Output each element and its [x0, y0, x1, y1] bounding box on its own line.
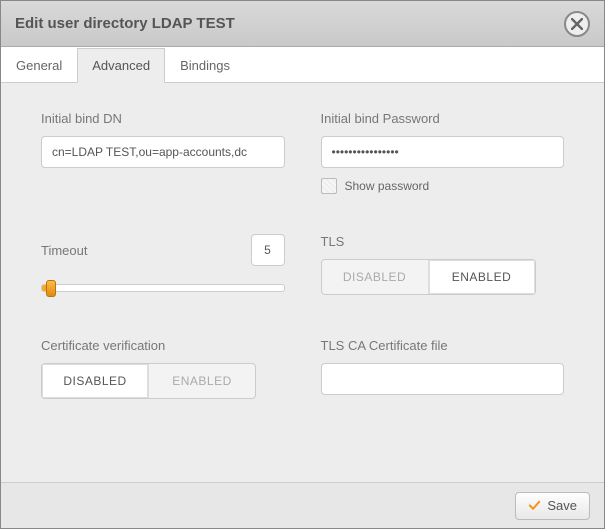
- bind-dn-input[interactable]: [41, 136, 285, 168]
- bind-dn-field: Initial bind DN: [41, 111, 285, 194]
- tab-bindings[interactable]: Bindings: [165, 48, 245, 83]
- tab-strip: General Advanced Bindings: [1, 47, 604, 83]
- bind-password-field: Initial bind Password Show password: [321, 111, 565, 194]
- tls-label: TLS: [321, 234, 565, 249]
- slider-track: [41, 284, 285, 292]
- show-password-checkbox[interactable]: [321, 178, 337, 194]
- dialog-title: Edit user directory LDAP TEST: [15, 15, 235, 32]
- timeout-slider[interactable]: [41, 278, 285, 298]
- bind-dn-label: Initial bind DN: [41, 111, 285, 126]
- ca-file-field: TLS CA Certificate file: [321, 338, 565, 399]
- cert-verify-disabled-option[interactable]: DISABLED: [42, 364, 149, 398]
- advanced-tab-content: Initial bind DN Initial bind Password Sh…: [1, 83, 604, 482]
- save-button[interactable]: Save: [515, 492, 590, 520]
- tls-toggle: DISABLED ENABLED: [321, 259, 536, 295]
- close-icon: [571, 18, 583, 30]
- dialog-titlebar: Edit user directory LDAP TEST: [1, 1, 604, 47]
- cert-verify-label: Certificate verification: [41, 338, 285, 353]
- tab-general[interactable]: General: [1, 48, 77, 83]
- tls-disabled-option[interactable]: DISABLED: [322, 260, 429, 294]
- bind-password-input[interactable]: [321, 136, 565, 168]
- show-password-row: Show password: [321, 178, 565, 194]
- cert-verify-enabled-option[interactable]: ENABLED: [149, 364, 255, 398]
- tls-field: TLS DISABLED ENABLED: [321, 234, 565, 298]
- timeout-label: Timeout: [41, 243, 87, 258]
- cert-verify-field: Certificate verification DISABLED ENABLE…: [41, 338, 285, 399]
- tls-enabled-option[interactable]: ENABLED: [429, 260, 535, 294]
- check-icon: [528, 499, 541, 512]
- ca-file-label: TLS CA Certificate file: [321, 338, 565, 353]
- bind-password-label: Initial bind Password: [321, 111, 565, 126]
- cert-verify-toggle: DISABLED ENABLED: [41, 363, 256, 399]
- edit-directory-dialog: Edit user directory LDAP TEST General Ad…: [0, 0, 605, 529]
- tab-advanced[interactable]: Advanced: [77, 48, 165, 83]
- ca-file-input[interactable]: [321, 363, 565, 395]
- dialog-footer: Save: [1, 482, 604, 528]
- timeout-input[interactable]: [251, 234, 285, 266]
- save-button-label: Save: [547, 498, 577, 513]
- timeout-field: Timeout: [41, 234, 285, 298]
- close-button[interactable]: [564, 11, 590, 37]
- slider-thumb[interactable]: [46, 280, 56, 297]
- show-password-label: Show password: [345, 179, 430, 193]
